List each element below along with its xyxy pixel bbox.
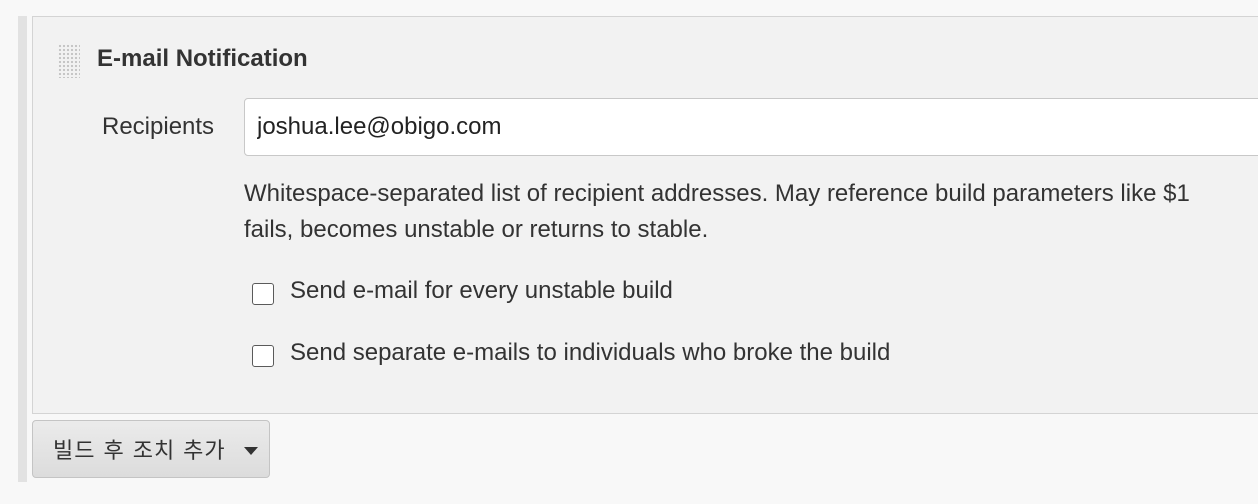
section-rail xyxy=(18,16,27,482)
unstable-build-option[interactable]: Send e-mail for every unstable build xyxy=(252,276,673,306)
add-post-build-action-label: 빌드 후 조치 추가 xyxy=(53,439,226,464)
drag-handle-icon[interactable] xyxy=(58,44,80,78)
unstable-build-label[interactable]: Send e-mail for every unstable build xyxy=(290,276,673,306)
section-title: E-mail Notification xyxy=(97,45,308,72)
recipients-label: Recipients xyxy=(102,113,215,140)
individuals-checkbox[interactable] xyxy=(252,345,274,367)
unstable-build-checkbox[interactable] xyxy=(252,283,274,305)
add-post-build-action-button[interactable]: 빌드 후 조치 추가 xyxy=(32,420,270,478)
individuals-label[interactable]: Send separate e-mails to individuals who… xyxy=(290,338,890,368)
help-line-2: fails, becomes unstable or returns to st… xyxy=(244,216,709,243)
help-line-1: Whitespace-separated list of recipient a… xyxy=(244,180,1190,207)
individuals-option[interactable]: Send separate e-mails to individuals who… xyxy=(252,338,890,368)
caret-down-icon xyxy=(243,447,258,455)
recipients-help-text: Whitespace-separated list of recipient a… xyxy=(244,176,1258,248)
recipients-input[interactable] xyxy=(244,98,1258,156)
